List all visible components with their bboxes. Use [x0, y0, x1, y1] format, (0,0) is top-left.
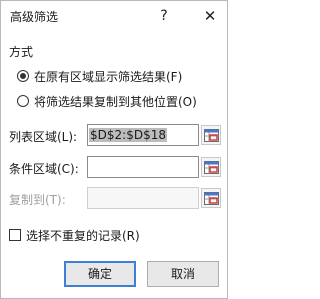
list-range-value: $D$2:$D$18: [89, 128, 167, 142]
list-range-picker-button[interactable]: [201, 125, 221, 145]
radio-filter-in-place[interactable]: 在原有区域显示筛选结果(F): [17, 67, 182, 85]
close-button[interactable]: ✕: [197, 5, 223, 27]
ok-button[interactable]: 确定: [64, 261, 136, 287]
range-select-icon: [204, 192, 219, 205]
criteria-range-input[interactable]: [87, 156, 199, 178]
radio-filter-in-place-label: 在原有区域显示筛选结果(F): [34, 69, 183, 84]
criteria-range-label: 条件区域(C):: [9, 162, 79, 176]
dialog-title: 高级筛选: [10, 10, 59, 24]
radio-copy-to-location[interactable]: 将筛选结果复制到其他位置(O): [17, 92, 197, 110]
copy-to-picker-button: [201, 188, 221, 208]
mode-section-label: 方式: [9, 45, 34, 59]
unique-records-label: 选择不重复的记录(R): [26, 228, 140, 243]
title-bar: 高级筛选 ? ✕: [1, 1, 227, 31]
unique-records-checkbox-row[interactable]: 选择不重复的记录(R): [9, 226, 140, 244]
cancel-button[interactable]: 取消: [147, 261, 219, 287]
radio-icon-checked[interactable]: [17, 70, 29, 82]
range-select-icon: [204, 161, 219, 174]
copy-to-label: 复制到(T):: [9, 193, 66, 207]
help-button[interactable]: ?: [151, 5, 177, 27]
range-select-icon: [204, 129, 219, 142]
radio-copy-to-location-label: 将筛选结果复制到其他位置(O): [34, 94, 197, 109]
advanced-filter-dialog: 高级筛选 ? ✕ 方式 在原有区域显示筛选结果(F) 将筛选结果复制到其他位置(…: [0, 0, 228, 299]
radio-icon-unchecked[interactable]: [17, 95, 29, 107]
list-range-input[interactable]: $D$2:$D$18: [87, 124, 199, 146]
copy-to-input: [87, 187, 199, 209]
criteria-range-picker-button[interactable]: [201, 157, 221, 177]
list-range-label: 列表区域(L):: [9, 130, 78, 144]
unique-records-checkbox[interactable]: [9, 229, 21, 241]
